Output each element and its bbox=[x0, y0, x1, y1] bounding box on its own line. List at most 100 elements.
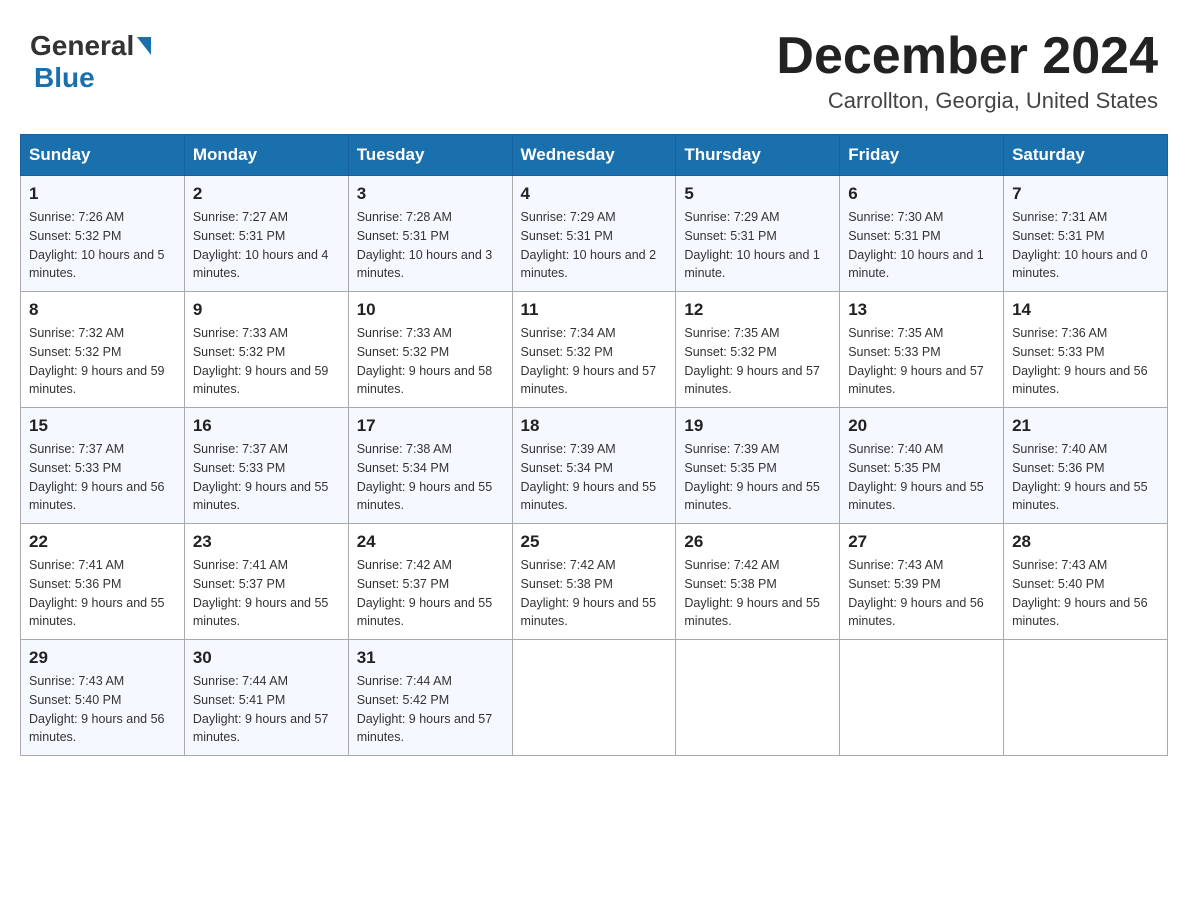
day-info: Sunrise: 7:38 AMSunset: 5:34 PMDaylight:… bbox=[357, 440, 504, 515]
calendar-day-cell: 2 Sunrise: 7:27 AMSunset: 5:31 PMDaylight… bbox=[184, 176, 348, 292]
day-number: 21 bbox=[1012, 416, 1159, 436]
page-header: General Blue December 2024 Carrollton, G… bbox=[20, 20, 1168, 114]
day-info: Sunrise: 7:29 AMSunset: 5:31 PMDaylight:… bbox=[521, 208, 668, 283]
day-of-week-header: Friday bbox=[840, 135, 1004, 176]
calendar-day-cell: 6 Sunrise: 7:30 AMSunset: 5:31 PMDaylight… bbox=[840, 176, 1004, 292]
day-number: 30 bbox=[193, 648, 340, 668]
calendar-table: SundayMondayTuesdayWednesdayThursdayFrid… bbox=[20, 134, 1168, 756]
calendar-header-row: SundayMondayTuesdayWednesdayThursdayFrid… bbox=[21, 135, 1168, 176]
calendar-day-cell: 28 Sunrise: 7:43 AMSunset: 5:40 PMDayligh… bbox=[1004, 524, 1168, 640]
calendar-day-cell bbox=[676, 640, 840, 756]
day-number: 31 bbox=[357, 648, 504, 668]
day-number: 20 bbox=[848, 416, 995, 436]
day-info: Sunrise: 7:33 AMSunset: 5:32 PMDaylight:… bbox=[193, 324, 340, 399]
calendar-day-cell: 31 Sunrise: 7:44 AMSunset: 5:42 PMDayligh… bbox=[348, 640, 512, 756]
day-number: 16 bbox=[193, 416, 340, 436]
calendar-day-cell: 13Sunrise: 7:35 AMSunset: 5:33 PMDayligh… bbox=[840, 292, 1004, 408]
calendar-day-cell: 1 Sunrise: 7:26 AMSunset: 5:32 PMDaylight… bbox=[21, 176, 185, 292]
calendar-day-cell: 9 Sunrise: 7:33 AMSunset: 5:32 PMDaylight… bbox=[184, 292, 348, 408]
calendar-week-row: 8Sunrise: 7:32 AMSunset: 5:32 PMDaylight… bbox=[21, 292, 1168, 408]
day-info: Sunrise: 7:26 AMSunset: 5:32 PMDaylight:… bbox=[29, 208, 176, 283]
calendar-day-cell: 8Sunrise: 7:32 AMSunset: 5:32 PMDaylight… bbox=[21, 292, 185, 408]
day-info: Sunrise: 7:43 AMSunset: 5:40 PMDaylight:… bbox=[1012, 556, 1159, 631]
calendar-day-cell: 4 Sunrise: 7:29 AMSunset: 5:31 PMDaylight… bbox=[512, 176, 676, 292]
logo-triangle-icon bbox=[137, 37, 151, 55]
day-number: 15 bbox=[29, 416, 176, 436]
calendar-day-cell: 7Sunrise: 7:31 AMSunset: 5:31 PMDaylight… bbox=[1004, 176, 1168, 292]
calendar-day-cell: 30 Sunrise: 7:44 AMSunset: 5:41 PMDayligh… bbox=[184, 640, 348, 756]
calendar-day-cell: 23 Sunrise: 7:41 AMSunset: 5:37 PMDayligh… bbox=[184, 524, 348, 640]
day-number: 2 bbox=[193, 184, 340, 204]
day-of-week-header: Sunday bbox=[21, 135, 185, 176]
day-number: 28 bbox=[1012, 532, 1159, 552]
calendar-day-cell: 5 Sunrise: 7:29 AMSunset: 5:31 PMDaylight… bbox=[676, 176, 840, 292]
day-number: 22 bbox=[29, 532, 176, 552]
calendar-week-row: 29 Sunrise: 7:43 AMSunset: 5:40 PMDayligh… bbox=[21, 640, 1168, 756]
calendar-day-cell bbox=[1004, 640, 1168, 756]
day-number: 4 bbox=[521, 184, 668, 204]
day-number: 10 bbox=[357, 300, 504, 320]
calendar-week-row: 15Sunrise: 7:37 AMSunset: 5:33 PMDayligh… bbox=[21, 408, 1168, 524]
logo: General Blue bbox=[30, 30, 154, 94]
logo-general-text: General bbox=[30, 30, 134, 62]
day-number: 11 bbox=[521, 300, 668, 320]
day-number: 19 bbox=[684, 416, 831, 436]
day-info: Sunrise: 7:29 AMSunset: 5:31 PMDaylight:… bbox=[684, 208, 831, 283]
day-info: Sunrise: 7:27 AMSunset: 5:31 PMDaylight:… bbox=[193, 208, 340, 283]
calendar-day-cell: 16Sunrise: 7:37 AMSunset: 5:33 PMDayligh… bbox=[184, 408, 348, 524]
month-title: December 2024 bbox=[776, 30, 1158, 82]
day-number: 8 bbox=[29, 300, 176, 320]
day-info: Sunrise: 7:33 AMSunset: 5:32 PMDaylight:… bbox=[357, 324, 504, 399]
day-of-week-header: Tuesday bbox=[348, 135, 512, 176]
calendar-day-cell: 17 Sunrise: 7:38 AMSunset: 5:34 PMDayligh… bbox=[348, 408, 512, 524]
day-number: 1 bbox=[29, 184, 176, 204]
day-info: Sunrise: 7:28 AMSunset: 5:31 PMDaylight:… bbox=[357, 208, 504, 283]
calendar-week-row: 22 Sunrise: 7:41 AMSunset: 5:36 PMDayligh… bbox=[21, 524, 1168, 640]
day-number: 25 bbox=[521, 532, 668, 552]
day-number: 6 bbox=[848, 184, 995, 204]
calendar-day-cell: 26 Sunrise: 7:42 AMSunset: 5:38 PMDayligh… bbox=[676, 524, 840, 640]
day-info: Sunrise: 7:35 AMSunset: 5:32 PMDaylight:… bbox=[684, 324, 831, 399]
day-info: Sunrise: 7:43 AMSunset: 5:39 PMDaylight:… bbox=[848, 556, 995, 631]
calendar-day-cell: 18Sunrise: 7:39 AMSunset: 5:34 PMDayligh… bbox=[512, 408, 676, 524]
day-number: 5 bbox=[684, 184, 831, 204]
calendar-day-cell: 14 Sunrise: 7:36 AMSunset: 5:33 PMDayligh… bbox=[1004, 292, 1168, 408]
calendar-day-cell: 25 Sunrise: 7:42 AMSunset: 5:38 PMDayligh… bbox=[512, 524, 676, 640]
day-number: 9 bbox=[193, 300, 340, 320]
day-number: 17 bbox=[357, 416, 504, 436]
day-info: Sunrise: 7:42 AMSunset: 5:38 PMDaylight:… bbox=[521, 556, 668, 631]
day-info: Sunrise: 7:44 AMSunset: 5:42 PMDaylight:… bbox=[357, 672, 504, 747]
day-info: Sunrise: 7:41 AMSunset: 5:37 PMDaylight:… bbox=[193, 556, 340, 631]
calendar-day-cell: 22 Sunrise: 7:41 AMSunset: 5:36 PMDayligh… bbox=[21, 524, 185, 640]
day-number: 27 bbox=[848, 532, 995, 552]
calendar-day-cell: 20 Sunrise: 7:40 AMSunset: 5:35 PMDayligh… bbox=[840, 408, 1004, 524]
calendar-day-cell: 12 Sunrise: 7:35 AMSunset: 5:32 PMDayligh… bbox=[676, 292, 840, 408]
day-info: Sunrise: 7:42 AMSunset: 5:38 PMDaylight:… bbox=[684, 556, 831, 631]
day-info: Sunrise: 7:39 AMSunset: 5:35 PMDaylight:… bbox=[684, 440, 831, 515]
day-of-week-header: Saturday bbox=[1004, 135, 1168, 176]
day-number: 23 bbox=[193, 532, 340, 552]
day-info: Sunrise: 7:31 AMSunset: 5:31 PMDaylight:… bbox=[1012, 208, 1159, 283]
day-info: Sunrise: 7:35 AMSunset: 5:33 PMDaylight:… bbox=[848, 324, 995, 399]
day-number: 24 bbox=[357, 532, 504, 552]
day-info: Sunrise: 7:44 AMSunset: 5:41 PMDaylight:… bbox=[193, 672, 340, 747]
day-info: Sunrise: 7:40 AMSunset: 5:36 PMDaylight:… bbox=[1012, 440, 1159, 515]
calendar-day-cell: 11 Sunrise: 7:34 AMSunset: 5:32 PMDayligh… bbox=[512, 292, 676, 408]
calendar-day-cell: 3 Sunrise: 7:28 AMSunset: 5:31 PMDaylight… bbox=[348, 176, 512, 292]
day-number: 3 bbox=[357, 184, 504, 204]
day-info: Sunrise: 7:30 AMSunset: 5:31 PMDaylight:… bbox=[848, 208, 995, 283]
day-number: 14 bbox=[1012, 300, 1159, 320]
day-number: 29 bbox=[29, 648, 176, 668]
day-number: 12 bbox=[684, 300, 831, 320]
day-info: Sunrise: 7:36 AMSunset: 5:33 PMDaylight:… bbox=[1012, 324, 1159, 399]
day-info: Sunrise: 7:41 AMSunset: 5:36 PMDaylight:… bbox=[29, 556, 176, 631]
calendar-day-cell bbox=[512, 640, 676, 756]
calendar-day-cell: 27 Sunrise: 7:43 AMSunset: 5:39 PMDayligh… bbox=[840, 524, 1004, 640]
day-info: Sunrise: 7:34 AMSunset: 5:32 PMDaylight:… bbox=[521, 324, 668, 399]
day-info: Sunrise: 7:43 AMSunset: 5:40 PMDaylight:… bbox=[29, 672, 176, 747]
calendar-day-cell: 19 Sunrise: 7:39 AMSunset: 5:35 PMDayligh… bbox=[676, 408, 840, 524]
day-number: 26 bbox=[684, 532, 831, 552]
location-subtitle: Carrollton, Georgia, United States bbox=[776, 88, 1158, 114]
day-info: Sunrise: 7:39 AMSunset: 5:34 PMDaylight:… bbox=[521, 440, 668, 515]
day-info: Sunrise: 7:40 AMSunset: 5:35 PMDaylight:… bbox=[848, 440, 995, 515]
